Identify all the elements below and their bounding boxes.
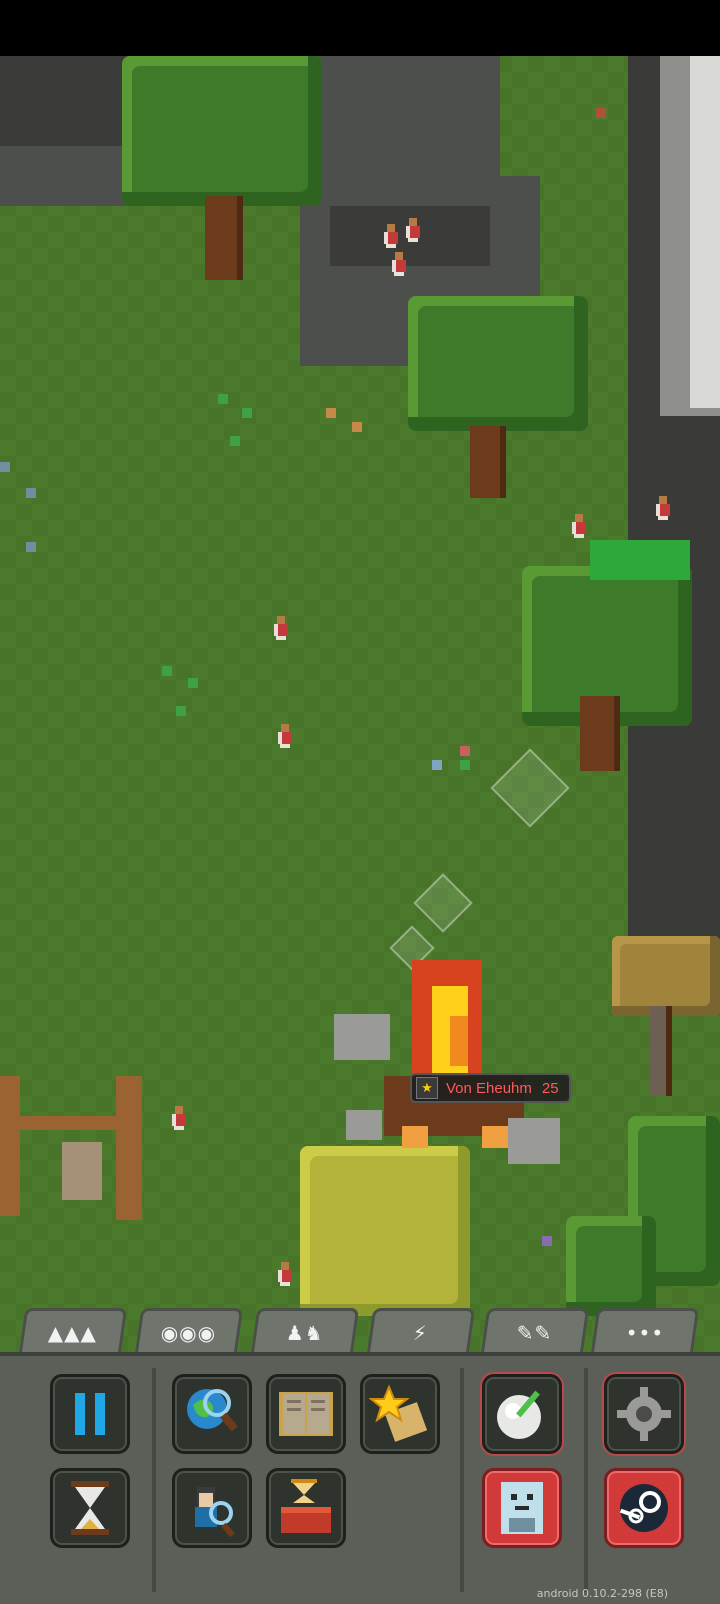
hourglass-book-icon: [281, 1479, 331, 1533]
status-bar: [0, 0, 720, 56]
fence: [0, 1076, 20, 1216]
stone: [346, 1110, 382, 1140]
unit-level: 25: [541, 1079, 559, 1097]
flower: [26, 542, 36, 552]
unit-finder-button[interactable]: [172, 1468, 252, 1548]
mountains-icon: ▲▲▲: [48, 1320, 98, 1345]
tree-trunk: [470, 426, 506, 498]
star-icon: ★: [416, 1077, 438, 1099]
brush-orb-icon: [497, 1390, 541, 1439]
open-book-icon: [279, 1392, 333, 1436]
flower: [0, 462, 10, 472]
human-sheep-icon: ♟♞: [285, 1320, 324, 1345]
flower: [432, 760, 442, 770]
tree: [122, 56, 322, 206]
unit[interactable]: [274, 1262, 296, 1286]
gear-icon: [617, 1387, 671, 1441]
panel-divider: [584, 1368, 588, 1592]
fence: [116, 1076, 142, 1220]
pause-button[interactable]: [50, 1374, 130, 1454]
selection-marker: [413, 873, 473, 933]
rock-terrain: [0, 56, 140, 146]
more-icon: •••: [625, 1320, 664, 1345]
person-magnifier-icon: [195, 1487, 235, 1538]
flower: [460, 760, 470, 770]
stone: [62, 1142, 102, 1200]
tree: [408, 296, 588, 431]
version-text: android 0.10.2-298 (E8): [536, 1587, 668, 1600]
flower: [352, 422, 362, 432]
unit[interactable]: [388, 252, 410, 276]
flower: [162, 666, 172, 676]
flower: [326, 408, 336, 418]
flower: [230, 436, 240, 446]
fire-creature-feet: [402, 1126, 428, 1148]
hourglass-icon: [71, 1481, 109, 1535]
tab-more[interactable]: •••: [590, 1308, 700, 1354]
brush-button[interactable]: [482, 1374, 562, 1454]
world-info-button[interactable]: [172, 1374, 252, 1454]
tab-disasters[interactable]: ⚡: [366, 1308, 476, 1354]
tree: [566, 1216, 656, 1316]
tab-civilizations[interactable]: ♟♞: [250, 1308, 360, 1354]
world-laws-button[interactable]: [266, 1468, 346, 1548]
achievements-button[interactable]: [360, 1374, 440, 1454]
unit[interactable]: [568, 514, 590, 538]
stone: [508, 1118, 560, 1164]
unit[interactable]: [168, 1106, 190, 1130]
flower: [188, 678, 198, 688]
floppy-face-icon: [501, 1482, 543, 1534]
fire-creature-flame: [450, 1016, 468, 1066]
world-map[interactable]: [0, 56, 720, 1384]
time-speed-button[interactable]: [50, 1468, 130, 1548]
panel-divider: [152, 1368, 156, 1592]
tree: [612, 936, 720, 1016]
history-button[interactable]: [266, 1374, 346, 1454]
power-panel: android 0.10.2-298 (E8): [0, 1352, 720, 1604]
flower: [26, 488, 36, 498]
steam-button[interactable]: [604, 1468, 684, 1548]
lightning-icon: ⚡: [413, 1320, 429, 1345]
tools-icon: ✎✎: [517, 1320, 553, 1345]
unit[interactable]: [274, 724, 296, 748]
flower: [176, 706, 186, 716]
flower: [460, 746, 470, 756]
flower: [596, 108, 606, 118]
snow-terrain: [690, 56, 720, 408]
unit[interactable]: [270, 616, 292, 640]
steam-icon: [619, 1484, 668, 1532]
unit[interactable]: [380, 224, 402, 248]
panel-divider: [460, 1368, 464, 1592]
tree: [300, 1146, 470, 1316]
tree-trunk: [580, 696, 620, 771]
tab-tools[interactable]: ✎✎: [480, 1308, 590, 1354]
star-scroll-icon: [369, 1384, 428, 1442]
creatures-icon: ◉◉◉: [161, 1320, 217, 1345]
selection-marker: [490, 748, 570, 828]
tree-trunk: [205, 196, 243, 280]
tree-trunk: [650, 1006, 672, 1096]
flower: [542, 1236, 552, 1246]
pause-icon: [75, 1393, 105, 1435]
flower: [218, 394, 228, 404]
unit-name: Von Eheuhm: [446, 1079, 532, 1097]
flower: [242, 408, 252, 418]
globe-magnifier-icon: [187, 1389, 238, 1432]
save-button[interactable]: [482, 1468, 562, 1548]
stone: [334, 1014, 390, 1060]
unit[interactable]: [652, 496, 674, 520]
unit-name-label[interactable]: ★ Von Eheuhm 25: [410, 1073, 571, 1103]
settings-button[interactable]: [604, 1374, 684, 1454]
grass-patch: [590, 540, 690, 580]
tab-terrain[interactable]: ▲▲▲: [18, 1308, 128, 1354]
tab-creatures[interactable]: ◉◉◉: [134, 1308, 244, 1354]
unit[interactable]: [402, 218, 424, 242]
fire-creature-feet: [482, 1126, 508, 1148]
